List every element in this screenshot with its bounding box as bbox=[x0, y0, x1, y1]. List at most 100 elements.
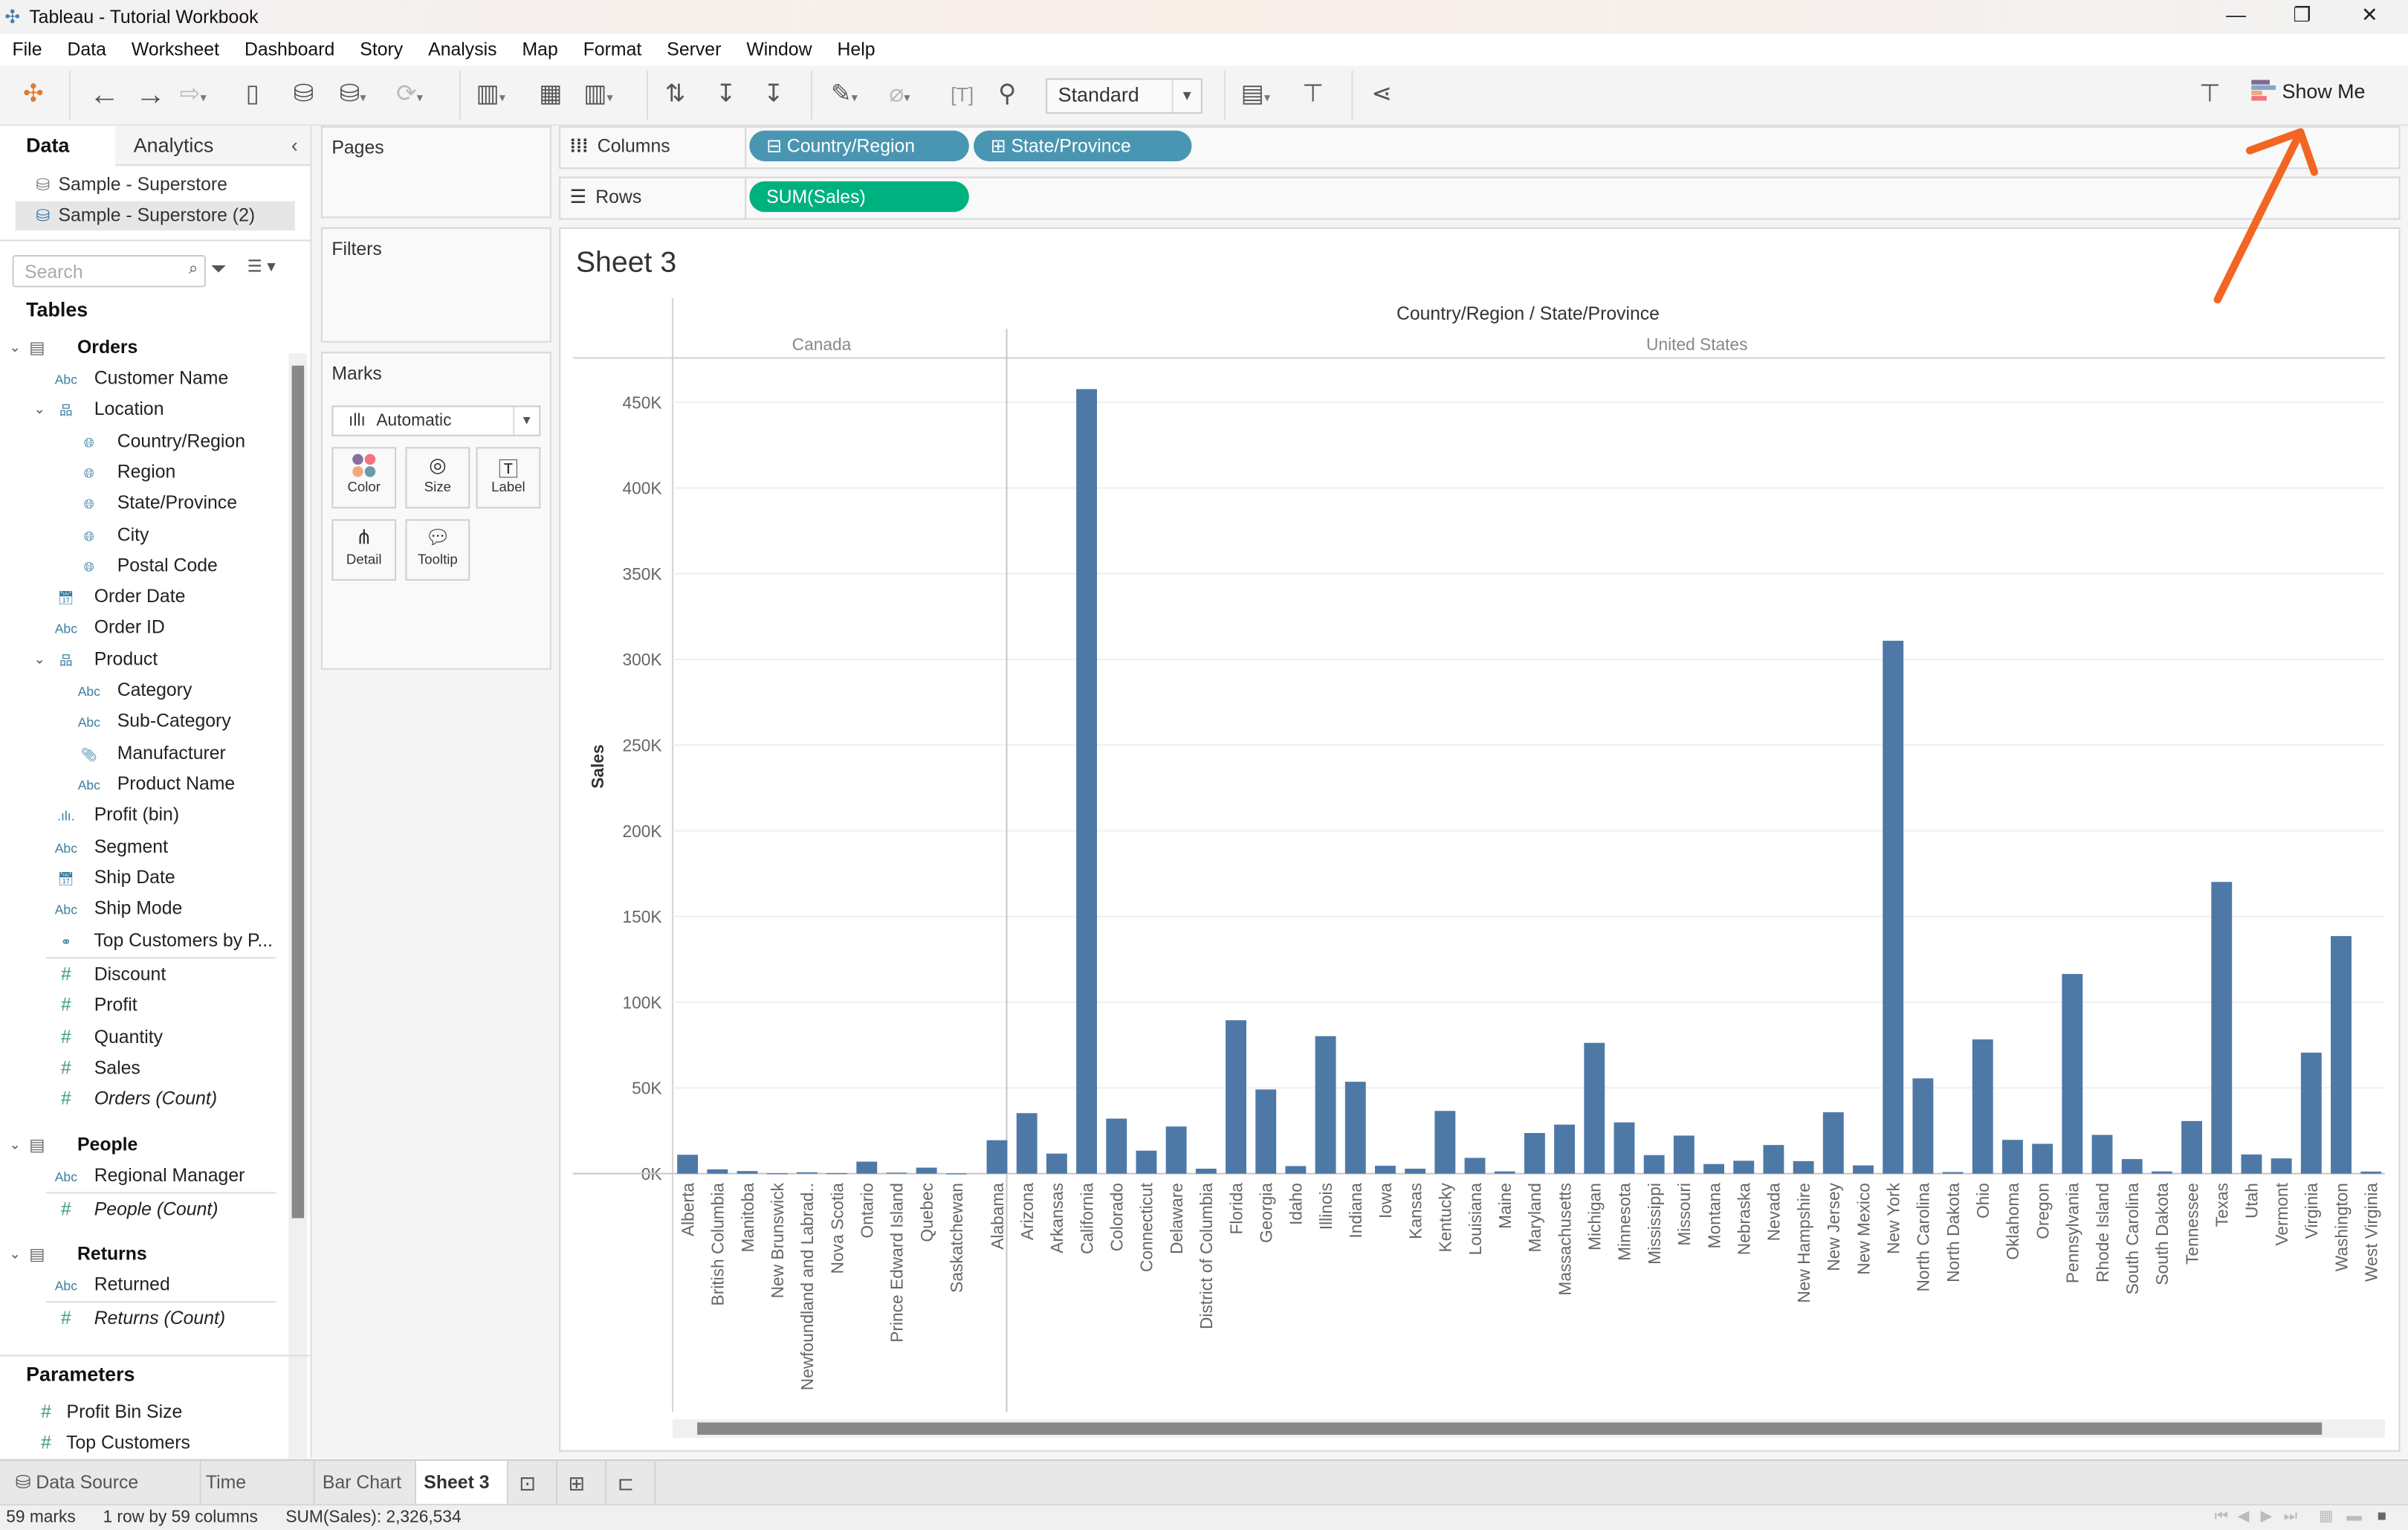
search-field[interactable]: ⌕ bbox=[12, 255, 206, 288]
menu-map[interactable]: Map bbox=[522, 33, 558, 60]
menu-file[interactable]: File bbox=[13, 33, 42, 60]
field-item[interactable]: 📅︎ Order Date bbox=[51, 581, 186, 611]
horizontal-scrollbar[interactable] bbox=[673, 1419, 2385, 1439]
field-item[interactable]: ⚭ Top Customers by P... bbox=[51, 925, 273, 955]
restore-button[interactable]: ❐ bbox=[2279, 3, 2325, 30]
field-item[interactable]: Abc Product Name bbox=[74, 768, 236, 798]
filmstrip-icon[interactable]: ▬ bbox=[2346, 1508, 2362, 1526]
datasource-item-active[interactable]: ⛁ Sample - Superstore (2) bbox=[15, 201, 295, 230]
field-item[interactable]: # Discount bbox=[51, 958, 166, 989]
chevron-down-icon[interactable]: ⌄ bbox=[33, 644, 45, 674]
parameter-item[interactable]: # Top Customers bbox=[30, 1427, 190, 1458]
chevron-down-icon[interactable]: ⌄ bbox=[9, 1129, 21, 1160]
fit-icon[interactable]: ▤▾ bbox=[1241, 80, 1271, 113]
prev-page-icon[interactable]: ◀ bbox=[2238, 1508, 2250, 1526]
field-item[interactable]: # Returns (Count) bbox=[51, 1303, 225, 1333]
swap-icon[interactable]: ⇅ bbox=[665, 80, 686, 110]
collapse-pane-icon[interactable]: ‹ bbox=[291, 126, 298, 166]
table-header[interactable]: ⌄ ▤ Returns bbox=[9, 1238, 147, 1268]
menu-server[interactable]: Server bbox=[667, 33, 721, 60]
chevron-down-icon[interactable]: ⌄ bbox=[9, 332, 21, 362]
next-page-icon[interactable]: ▶ bbox=[2261, 1508, 2273, 1526]
field-item[interactable]: # Orders (Count) bbox=[51, 1083, 217, 1114]
highlight-icon[interactable]: ✎▾ bbox=[831, 80, 858, 113]
tab-bar-chart[interactable]: Bar Chart bbox=[315, 1461, 416, 1505]
tooltip-signpost-icon[interactable]: ⊤ bbox=[2199, 80, 2221, 110]
label-icon[interactable]: [T] bbox=[951, 80, 974, 110]
scrollbar-thumb[interactable] bbox=[697, 1422, 2323, 1435]
pill-sum-sales[interactable]: SUM(Sales) bbox=[749, 181, 969, 213]
field-item[interactable]: # Quantity bbox=[51, 1021, 163, 1052]
field-item[interactable]: 📅︎ Ship Date bbox=[51, 862, 175, 892]
new-datasource-icon[interactable]: ⛁ bbox=[294, 80, 314, 110]
menu-window[interactable]: Window bbox=[746, 33, 812, 60]
first-page-icon[interactable]: ⏮ bbox=[2215, 1508, 2229, 1526]
pill-country-region[interactable]: ⊟ Country/Region bbox=[749, 130, 969, 161]
field-item[interactable]: Abc Customer Name bbox=[51, 363, 229, 393]
field-item[interactable]: Abc Segment bbox=[51, 831, 168, 862]
field-item[interactable]: .ılı. Profit (bin) bbox=[51, 798, 179, 829]
field-item[interactable]: Abc Category bbox=[74, 674, 192, 705]
field-item[interactable]: Abc Regional Manager bbox=[51, 1160, 245, 1190]
menu-help[interactable]: Help bbox=[838, 33, 876, 60]
new-dashboard-icon[interactable]: ⊞ bbox=[557, 1461, 607, 1505]
sort-descending-icon[interactable]: ↧ bbox=[763, 80, 784, 110]
datasource-item[interactable]: ⛁ Sample - Superstore bbox=[16, 170, 295, 199]
group-icon[interactable]: ⌀▾ bbox=[889, 80, 910, 113]
field-item[interactable]: ⌄ 品 Location bbox=[33, 393, 164, 424]
presentation-icon[interactable]: ⊤ bbox=[1302, 80, 1324, 110]
new-worksheet-icon[interactable]: ▥▾ bbox=[476, 80, 506, 113]
mark-type-select[interactable]: ıllı Automatic ▼ bbox=[331, 405, 541, 436]
field-item[interactable]: 📎︎ Manufacturer bbox=[74, 737, 226, 768]
pause-updates-icon[interactable]: ⛁▾ bbox=[340, 80, 366, 113]
new-worksheet-icon[interactable]: ⊡ bbox=[508, 1461, 558, 1505]
field-item[interactable]: # People (Count) bbox=[51, 1194, 219, 1224]
tab-time-series[interactable]: Time Series bbox=[201, 1461, 315, 1530]
menu-story[interactable]: Story bbox=[360, 33, 403, 60]
replay-icon[interactable]: ⇨▾ bbox=[180, 80, 207, 113]
pages-card[interactable]: Pages bbox=[320, 126, 551, 219]
field-item[interactable]: 🌐︎ City bbox=[74, 519, 149, 549]
redo-icon[interactable]: → bbox=[135, 80, 166, 110]
size-button[interactable]: ◎ Size bbox=[405, 447, 470, 509]
sheet-sorter-icon[interactable]: ▦ bbox=[2319, 1508, 2334, 1526]
chevron-down-icon[interactable]: ⌄ bbox=[33, 393, 45, 424]
detail-button[interactable]: ⋔ Detail bbox=[331, 519, 397, 581]
menu-data[interactable]: Data bbox=[67, 33, 106, 60]
minimize-button[interactable]: — bbox=[2213, 3, 2259, 30]
clear-sheet-icon[interactable]: ▥▾ bbox=[583, 80, 613, 113]
field-item[interactable]: 🌐︎ Country/Region bbox=[74, 425, 245, 456]
menu-format[interactable]: Format bbox=[583, 33, 642, 60]
tabs-view-icon[interactable]: ■ bbox=[2378, 1508, 2386, 1526]
field-item[interactable]: Abc Ship Mode bbox=[51, 893, 183, 923]
undo-icon[interactable]: ← bbox=[89, 80, 120, 110]
tab-data-source[interactable]: ⛁ Data Source bbox=[0, 1461, 201, 1505]
menu-worksheet[interactable]: Worksheet bbox=[132, 33, 219, 60]
sort-ascending-icon[interactable]: ↧ bbox=[716, 80, 737, 110]
last-page-icon[interactable]: ⏭ bbox=[2284, 1508, 2298, 1526]
pill-state-province[interactable]: ⊞ State/Province bbox=[974, 130, 1192, 161]
menu-analysis[interactable]: Analysis bbox=[428, 33, 496, 60]
label-button[interactable]: 🅃 Label bbox=[476, 447, 541, 509]
expand-icon[interactable]: ⊞ bbox=[991, 135, 1006, 157]
save-icon[interactable]: ▯ bbox=[246, 80, 259, 110]
field-item[interactable]: 🌐︎ Region bbox=[74, 456, 176, 487]
tab-data[interactable]: Data bbox=[0, 126, 115, 167]
duplicate-sheet-icon[interactable]: ▦ bbox=[539, 80, 562, 110]
columns-shelf[interactable]: ⁞⁞⁞ Columns ⊟ Country/Region ⊞ State/Prov… bbox=[559, 126, 2401, 170]
menu-dashboard[interactable]: Dashboard bbox=[245, 33, 334, 60]
fit-select[interactable]: Standard ▼ bbox=[1046, 78, 1203, 114]
tab-sheet-3[interactable]: Sheet 3 bbox=[415, 1461, 508, 1505]
rows-shelf[interactable]: ☰ Rows SUM(Sales) bbox=[559, 176, 2401, 220]
filters-card[interactable]: Filters bbox=[320, 227, 551, 343]
table-header[interactable]: ⌄ ▤ People bbox=[9, 1129, 138, 1160]
tab-analytics[interactable]: Analytics ‹ bbox=[114, 126, 311, 167]
new-story-icon[interactable]: ⊏ bbox=[606, 1461, 656, 1505]
field-item[interactable]: # Sales bbox=[51, 1052, 140, 1082]
refresh-icon[interactable]: ⟳▾ bbox=[396, 80, 423, 113]
vertical-scrollbar[interactable] bbox=[288, 353, 308, 1459]
scrollbar-thumb[interactable] bbox=[291, 365, 305, 1218]
tooltip-button[interactable]: 💬︎ Tooltip bbox=[405, 519, 470, 581]
field-item[interactable]: Abc Order ID bbox=[51, 611, 165, 642]
view-options-icon[interactable]: ☰ ▾ bbox=[247, 256, 276, 277]
